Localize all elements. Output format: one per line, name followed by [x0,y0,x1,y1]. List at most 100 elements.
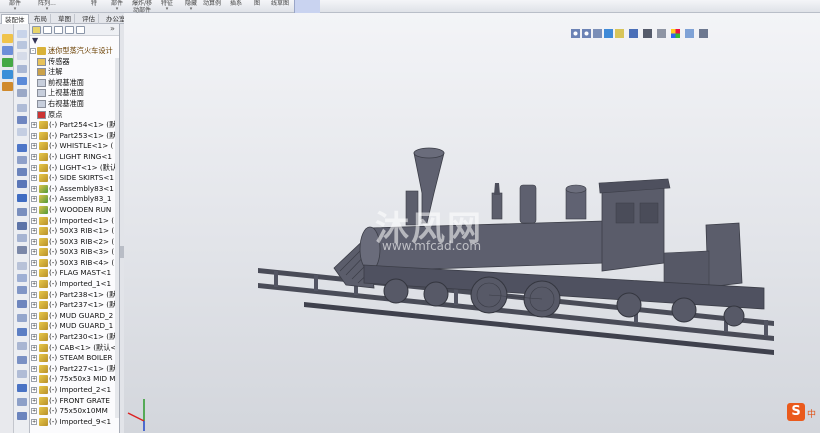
tree-item-component[interactable]: + (-) CAB<1> (默认< [30,343,119,354]
ribbon-part-button[interactable]: 部件 ▾ [108,0,126,12]
expand-icon[interactable]: + [31,249,37,256]
tree-scrollbar[interactable] [115,58,119,418]
tree-item-folder[interactable]: 上视基准面 [30,88,119,99]
ribbon-feature-button[interactable]: 特 [88,0,100,12]
expand-icon[interactable]: + [31,270,37,277]
expand-icon[interactable]: + [31,259,37,266]
expand-icon[interactable]: + [31,164,37,171]
expand-icon[interactable]: + [31,355,37,362]
expand-icon[interactable]: + [31,132,37,139]
ime-logo-icon[interactable]: S [787,403,805,421]
filter-icon[interactable]: ▼ [32,36,38,45]
tree-item-component[interactable]: + (-) WOODEN RUN [30,205,119,216]
configuration-manager-tab-icon[interactable] [54,26,63,34]
ribbon-explode-button[interactable]: 爆炸/移动部件 [130,0,154,14]
spline-icon[interactable] [17,356,27,364]
dimxpert-tab-icon[interactable] [65,26,74,34]
display-style-icon[interactable] [17,222,27,230]
expand-icon[interactable]: + [31,291,37,298]
tree-item-component[interactable]: + (-) MUD GUARD_1 [30,321,119,332]
tree-item-folder[interactable]: 右视基准面 [30,99,119,110]
section-view-icon[interactable] [17,208,27,216]
select-icon[interactable] [17,89,27,97]
expand-icon[interactable]: + [31,312,37,319]
tree-item-component[interactable]: + (-) Imported<1> ( [30,216,119,227]
expand-icon[interactable]: + [31,228,37,235]
tree-item-component[interactable]: + (-) MUD GUARD_2 [30,311,119,322]
tree-item-component[interactable]: + (-) WHISTLE<1> ( [30,141,119,152]
options-icon[interactable] [17,116,27,124]
expand-icon[interactable]: + [31,408,37,415]
open-icon[interactable] [17,41,27,49]
expand-icon[interactable]: + [31,334,37,341]
move-component-icon[interactable] [2,70,13,79]
feature-manager-tab-icon[interactable] [32,26,41,34]
tab-evaluate[interactable]: 评估 [79,14,99,24]
measure-icon[interactable] [2,46,13,55]
expand-icon[interactable]: + [31,418,37,425]
tree-item-component[interactable]: + (-) 50X3 RIB<3> ( [30,247,119,258]
dimension-icon[interactable] [17,370,27,378]
property-manager-tab-icon[interactable] [43,26,52,34]
tree-item-component[interactable]: + (-) STEAM BOILER [30,353,119,364]
appearance-icon[interactable] [17,246,27,254]
tree-item-component[interactable]: + (-) SIDE SKIRTS<1 [30,173,119,184]
tree-item-folder[interactable]: 原点 [30,110,119,121]
tab-assembly[interactable]: 装配体 [1,14,29,24]
rectangle-icon[interactable] [17,314,27,322]
expand-icon[interactable]: + [31,397,37,404]
tree-item-folder[interactable]: 前视基准面 [30,78,119,89]
trim-icon[interactable] [17,398,27,406]
ribbon-pattern-button[interactable]: 阵列... ▾ [34,0,60,12]
tree-item-folder[interactable]: 注解 [30,67,119,78]
expand-icon[interactable]: + [31,143,37,150]
mate-icon[interactable] [2,58,13,67]
display-manager-tab-icon[interactable] [76,26,85,34]
collapse-icon[interactable]: - [30,48,36,54]
graphics-viewport[interactable]: 沐风网 www.mfcad.com S 中 [124,13,820,433]
tree-item-component[interactable]: + (-) FLAG MAST<1 [30,268,119,279]
expand-icon[interactable]: + [31,344,37,351]
ribbon-view-button[interactable]: 图 [252,0,262,12]
tree-item-component[interactable]: + (-) Part230<1> (默 [30,332,119,343]
save-icon[interactable] [17,52,27,60]
tree-item-component[interactable]: + (-) Part254<1> (默 [30,120,119,131]
ribbon-sketch-button[interactable]: 线草图 [268,0,292,12]
expand-icon[interactable]: + [31,185,37,192]
tree-item-component[interactable]: + (-) Part253<1> (默 [30,131,119,142]
expand-icon[interactable]: + [31,175,37,182]
insert-component-icon[interactable] [2,82,13,91]
smart-fastener-icon[interactable] [2,34,13,43]
tree-item-folder[interactable]: 传感器 [30,57,119,68]
mirror-icon[interactable] [17,412,27,420]
expand-icon[interactable]: + [31,122,37,129]
tab-sketch[interactable]: 草图 [55,14,75,24]
expand-icon[interactable]: + [31,365,37,372]
expand-icon[interactable]: + [31,206,37,213]
expand-icon[interactable]: + [31,281,37,288]
rotate-view-icon[interactable] [17,168,27,176]
tree-item-component[interactable]: + (-) Imported_2<1 [30,385,119,396]
ribbon-bom-button[interactable]: 插系 [228,0,244,12]
tree-item-component[interactable]: + (-) 75x50x3 MID M [30,374,119,385]
hide-show-icon[interactable] [17,234,27,242]
sketch-icon[interactable] [17,286,27,294]
tree-item-component[interactable]: + (-) FRONT GRATE [30,396,119,407]
ribbon-components-button[interactable]: 部件 ▾ [6,0,24,12]
undo-icon[interactable] [17,77,27,85]
expand-icon[interactable]: + [31,387,37,393]
expand-icon[interactable]: + [31,302,37,309]
file-properties-icon[interactable] [17,128,27,136]
tree-item-component[interactable]: + (-) Assembly83<1 [30,184,119,195]
pan-icon[interactable] [17,180,27,188]
tree-item-component[interactable]: + (-) Imported_9<1 [30,417,119,428]
new-icon[interactable] [17,30,27,38]
expand-icon[interactable]: + [31,217,37,224]
expand-icon[interactable]: + [31,238,37,245]
line-icon[interactable] [17,300,27,308]
tree-root[interactable]: - 迷你型蒸汽火车设计 [30,46,119,57]
ime-mode-label[interactable]: 中 [807,407,816,420]
tree-item-component[interactable]: + (-) 50X3 RIB<4> ( [30,258,119,269]
expand-icon[interactable]: + [31,323,37,330]
circle-icon[interactable] [17,328,27,336]
